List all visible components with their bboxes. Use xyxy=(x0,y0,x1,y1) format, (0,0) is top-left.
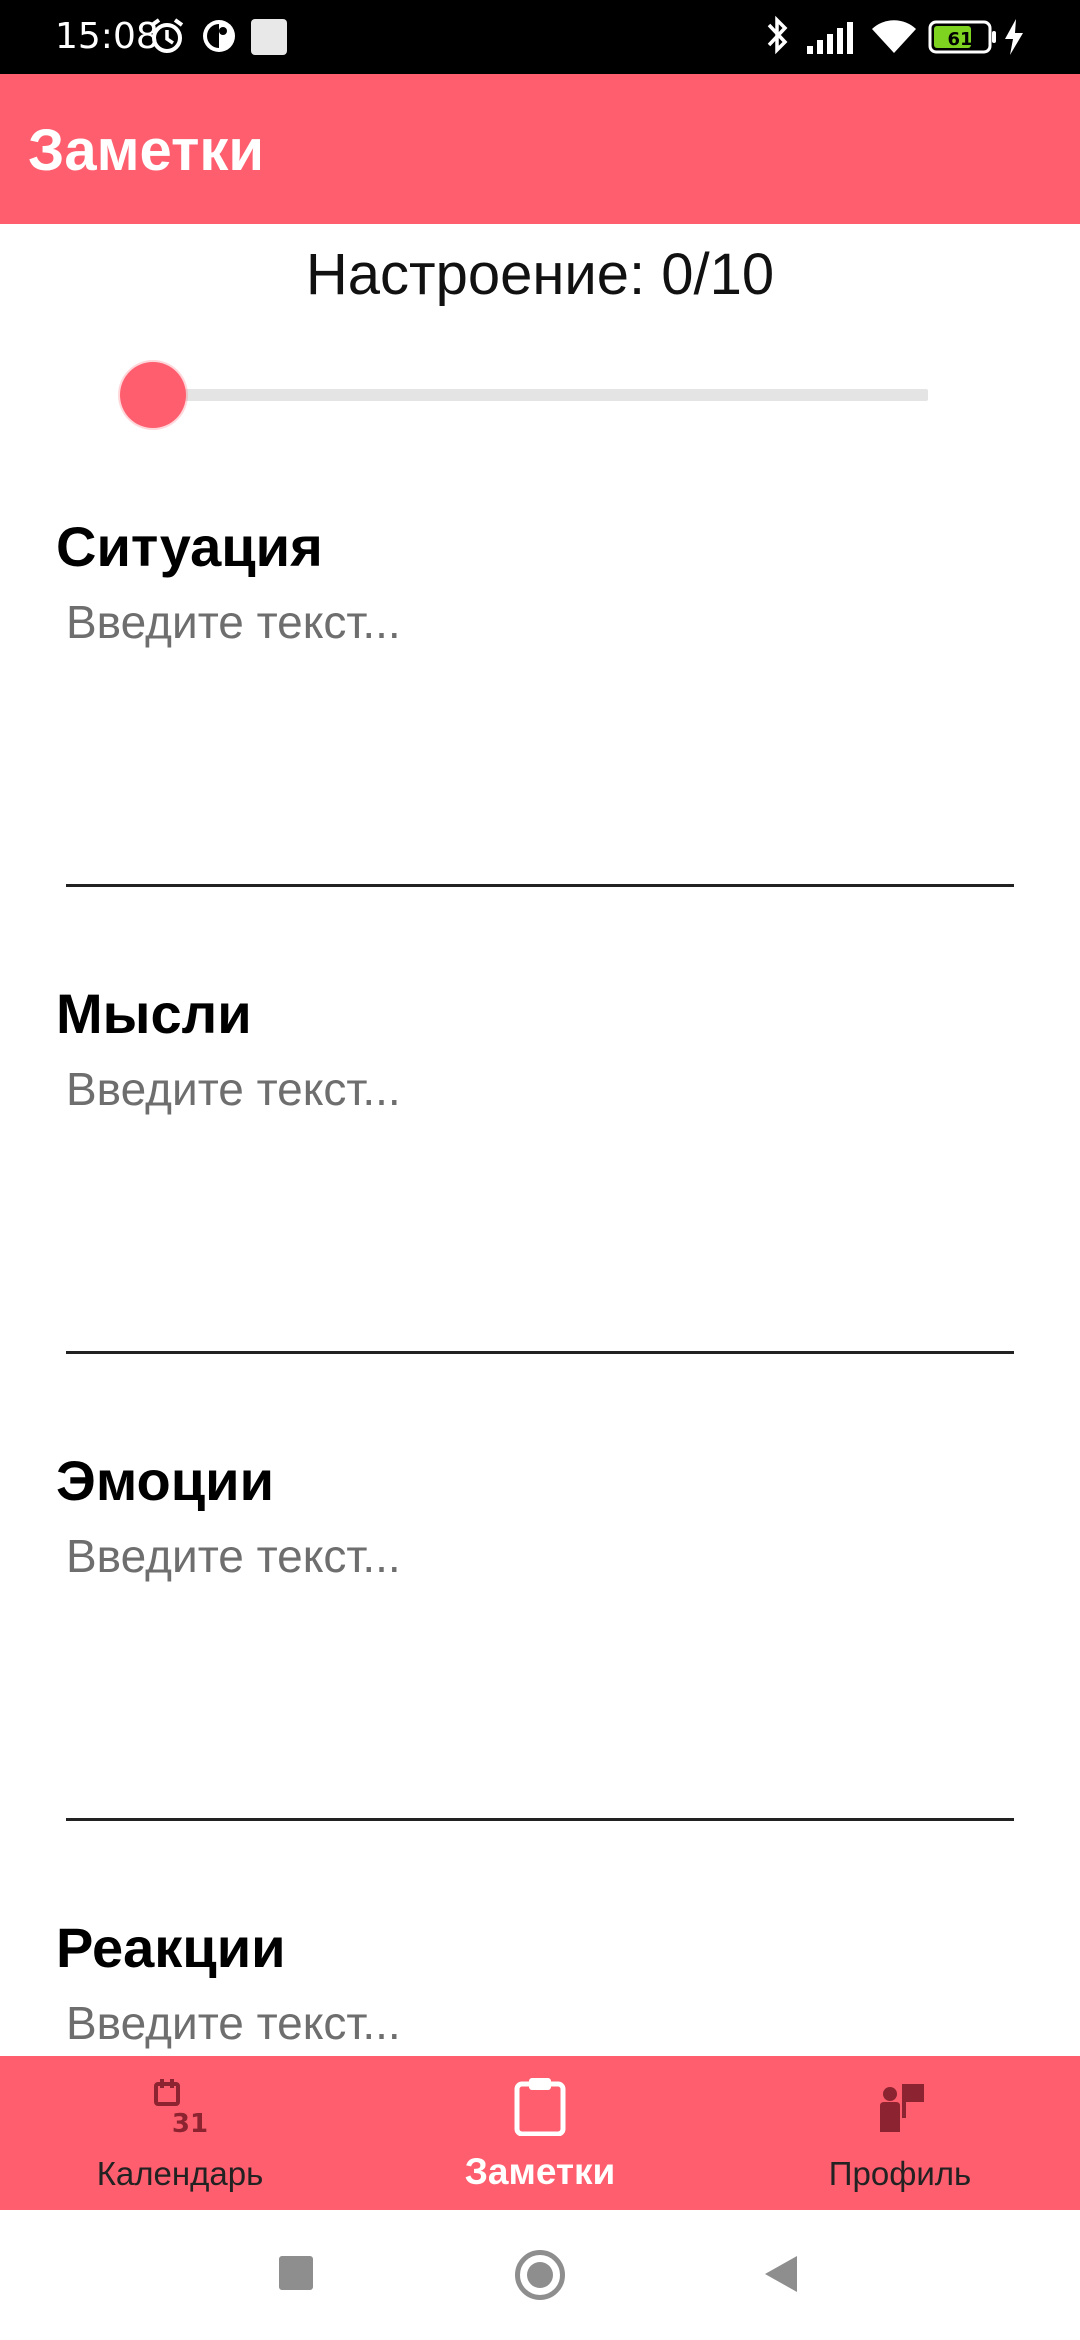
back-icon[interactable] xyxy=(763,2254,799,2299)
page-title: Заметки xyxy=(28,118,265,183)
bottom-nav: 31 Календарь Заметки Профиль xyxy=(0,2056,1080,2210)
calendar-icon: 31 xyxy=(152,2076,208,2139)
input-underline xyxy=(66,884,1014,887)
nav-item-calendar[interactable]: 31 Календарь xyxy=(0,2056,360,2210)
signal-icon xyxy=(805,20,857,61)
recent-apps-icon[interactable] xyxy=(279,2256,313,2290)
emotions-input[interactable] xyxy=(66,1528,1014,1788)
mood-slider-thumb[interactable] xyxy=(120,362,186,428)
battery-icon: 61 xyxy=(928,20,998,59)
bluetooth-icon xyxy=(763,15,793,60)
thoughts-input[interactable] xyxy=(66,1061,1014,1321)
section-heading: Реакции xyxy=(56,1916,286,1979)
alarm-icon xyxy=(147,16,187,61)
nav-label: Заметки xyxy=(464,2151,616,2192)
nav-label: Профиль xyxy=(828,2155,972,2192)
app-bar: Заметки xyxy=(0,74,1080,224)
home-icon[interactable] xyxy=(515,2250,565,2300)
section-heading: Ситуация xyxy=(56,515,323,578)
input-underline xyxy=(66,1818,1014,1821)
input-underline xyxy=(66,1351,1014,1354)
mood-slider[interactable] xyxy=(120,362,928,428)
situation-input[interactable] xyxy=(66,594,1014,854)
notification-square-icon xyxy=(251,19,287,60)
mood-slider-track[interactable] xyxy=(152,389,928,401)
mood-label: Настроение: 0/10 xyxy=(305,242,775,307)
svg-text:31: 31 xyxy=(172,2109,208,2136)
nav-item-profile[interactable]: Профиль xyxy=(720,2056,1080,2210)
profile-icon xyxy=(872,2076,928,2136)
section-heading: Эмоции xyxy=(56,1449,275,1512)
wifi-icon xyxy=(870,17,918,60)
status-bar: 15:08 61 xyxy=(0,0,1080,74)
nav-label: Календарь xyxy=(96,2155,264,2192)
dnd-icon xyxy=(199,16,239,61)
section-heading: Мысли xyxy=(56,982,252,1045)
system-nav xyxy=(0,2210,1080,2340)
home-icon-inner xyxy=(527,2262,553,2288)
charging-icon xyxy=(1002,17,1026,62)
status-time: 15:08 xyxy=(55,16,159,57)
clipboard-icon xyxy=(512,2076,568,2137)
battery-level: 61 xyxy=(947,29,972,50)
nav-item-notes[interactable]: Заметки xyxy=(360,2056,720,2210)
